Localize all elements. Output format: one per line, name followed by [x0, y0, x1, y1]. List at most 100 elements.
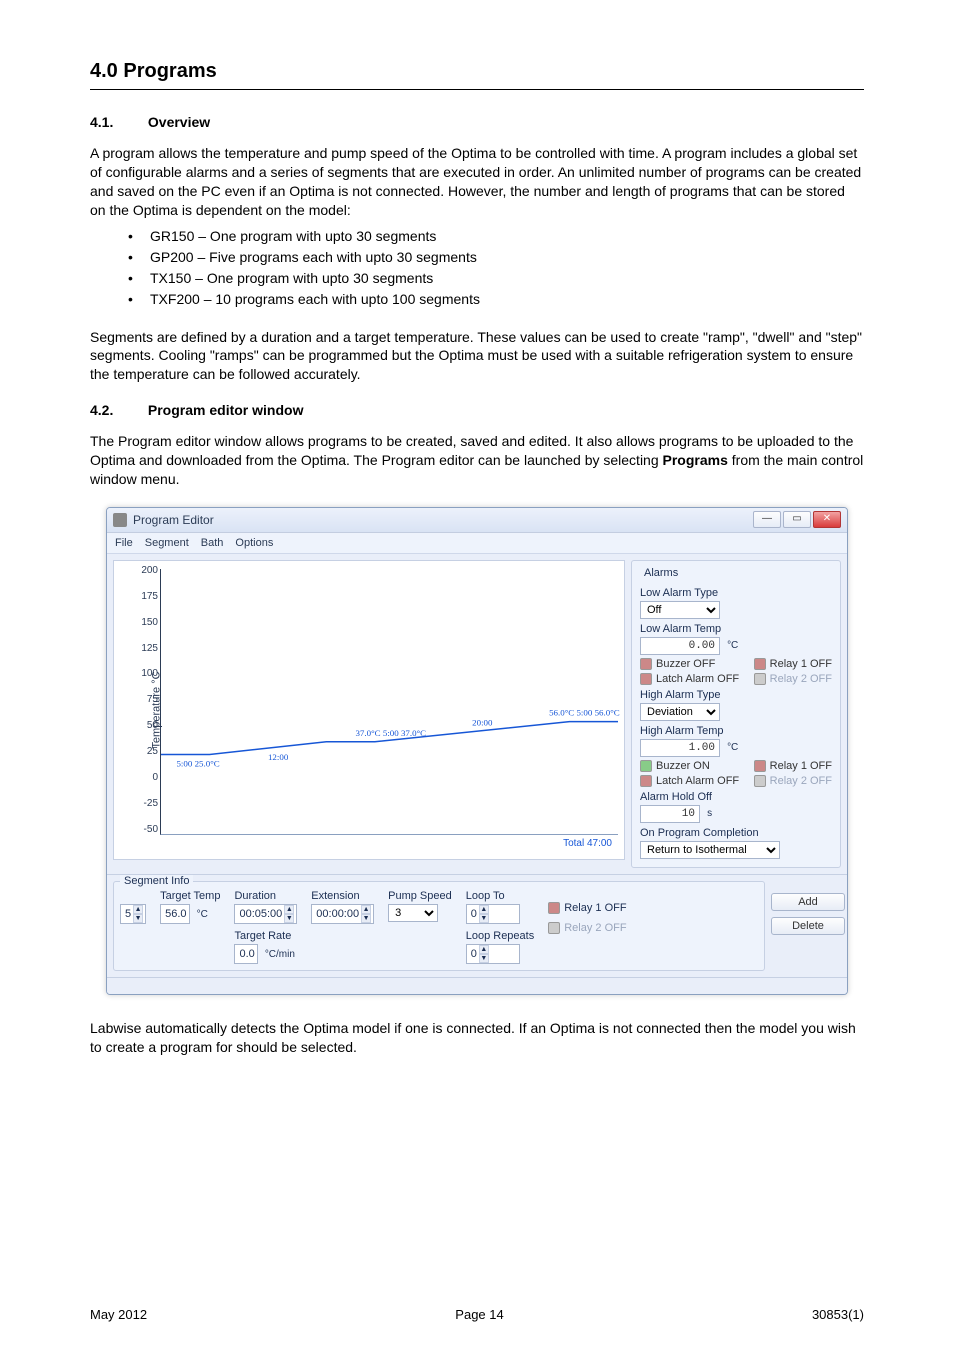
low-alarm-temp-unit: °C: [727, 640, 738, 651]
latch-led[interactable]: [640, 673, 652, 685]
extension-label: Extension: [311, 890, 374, 902]
target-rate-input[interactable]: 0.0: [234, 944, 257, 964]
loop-repeats-value: 0: [471, 948, 477, 960]
target-temp-col: Target Temp 56.0 °C: [160, 890, 220, 924]
loop-repeats-label: Loop Repeats: [466, 930, 535, 942]
relay2-led-2: [754, 775, 766, 787]
footer-date: May 2012: [90, 1307, 147, 1322]
window-buttons: — ▭ ✕: [753, 511, 841, 528]
model-bullet-list: GR150 – One program with upto 30 segment…: [90, 226, 864, 310]
y-axis-ticks: 200 175 150 125 100 75 50 25 0 -25 -50: [134, 565, 158, 835]
segment-bar: Segment Info 5 ▲▼ Target Temp: [107, 874, 847, 977]
pump-speed-select[interactable]: 3: [388, 904, 438, 922]
buzzer-led[interactable]: [640, 658, 652, 670]
svg-text:56.0°C 5:00 56.0°C: 56.0°C 5:00 56.0°C: [549, 708, 620, 718]
extension-value: 00:00:00: [316, 908, 359, 920]
segment-index-col: 5 ▲▼: [120, 890, 146, 924]
segment-index-input[interactable]: 5 ▲▼: [120, 904, 146, 924]
y-tick: 100: [134, 668, 158, 679]
menu-options[interactable]: Options: [235, 537, 273, 549]
seg-relay2-label: Relay 2 OFF: [564, 922, 626, 934]
segment-info-legend: Segment Info: [120, 875, 193, 887]
subsection-label: Overview: [148, 114, 210, 130]
chart-panel: Temperature °C 200 175 150 125 100 75 50…: [113, 560, 625, 860]
extension-col: Extension 00:00:00 ▲▼: [311, 890, 374, 924]
loop-to-input[interactable]: 0 ▲▼: [466, 904, 520, 924]
y-tick: 25: [134, 746, 158, 757]
y-tick: 50: [134, 720, 158, 731]
duration-col: Duration 00:05:00 ▲▼ Target Rate 0.0 °C/…: [234, 890, 297, 964]
app-icon: [113, 513, 127, 527]
menu-file[interactable]: File: [115, 537, 133, 549]
menu-segment[interactable]: Segment: [145, 537, 189, 549]
loop-to-value: 0: [471, 908, 477, 920]
close-button[interactable]: ✕: [813, 511, 841, 528]
alarms-group: Alarms Low Alarm Type Off Low Alarm Temp…: [631, 560, 841, 868]
on-completion-select[interactable]: Return to Isothermal: [640, 841, 780, 859]
document-page: 4.0 Programs 4.1. Overview A program all…: [0, 0, 954, 1350]
relay1-led[interactable]: [754, 658, 766, 670]
y-tick: 125: [134, 643, 158, 654]
alarm-hold-off-label: Alarm Hold Off: [640, 791, 832, 803]
list-item: TXF200 – 10 programs each with upto 100 …: [150, 289, 864, 310]
maximize-button[interactable]: ▭: [783, 511, 811, 528]
low-alarm-type-select[interactable]: Off: [640, 601, 720, 619]
chart-svg: 5:00 25.0°C12:0037.0°C 5:00 37.0°C20:005…: [161, 569, 618, 834]
high-alarm-type-select[interactable]: Deviation: [640, 703, 720, 721]
relay1-off-label: Relay 1 OFF: [770, 658, 832, 670]
relay2-off-label-2: Relay 2 OFF: [770, 775, 832, 787]
y-tick: 0: [134, 772, 158, 783]
y-tick: 175: [134, 591, 158, 602]
loop-to-label: Loop To: [466, 890, 535, 902]
add-button[interactable]: Add: [771, 893, 845, 911]
relay2-led: [754, 673, 766, 685]
delete-button[interactable]: Delete: [771, 917, 845, 935]
low-alarm-temp-input[interactable]: 0.00: [640, 637, 720, 655]
menu-bath[interactable]: Bath: [201, 537, 224, 549]
latch-off-label: Latch Alarm OFF: [656, 673, 739, 685]
subsection-overview: 4.1. Overview: [90, 114, 864, 130]
relay1-led-2[interactable]: [754, 760, 766, 772]
segment-info-group: Segment Info 5 ▲▼ Target Temp: [113, 881, 765, 971]
total-time-label: Total 47:00: [563, 838, 612, 849]
pump-speed-col: Pump Speed 3: [388, 890, 452, 922]
page-footer: May 2012 Page 14 30853(1): [90, 1307, 864, 1322]
svg-text:37.0°C 5:00 37.0°C: 37.0°C 5:00 37.0°C: [355, 728, 426, 738]
target-rate-label: Target Rate: [234, 930, 297, 942]
minimize-button[interactable]: —: [753, 511, 781, 528]
high-alarm-temp-input[interactable]: 1.00: [640, 739, 720, 757]
y-tick: 75: [134, 694, 158, 705]
extension-input[interactable]: 00:00:00 ▲▼: [311, 904, 374, 924]
menu-bar: File Segment Bath Options: [107, 533, 847, 554]
subsection-num: 4.1.: [90, 114, 144, 130]
screenshot-container: Program Editor — ▭ ✕ File Segment Bath O…: [90, 507, 864, 995]
low-alarm-type-label: Low Alarm Type: [640, 587, 832, 599]
low-alarm-temp-label: Low Alarm Temp: [640, 623, 832, 635]
high-alarm-temp-label: High Alarm Temp: [640, 725, 832, 737]
window-body: Temperature °C 200 175 150 125 100 75 50…: [107, 554, 847, 874]
subsection-num: 4.2.: [90, 402, 144, 418]
loop-repeats-input[interactable]: 0 ▲▼: [466, 944, 520, 964]
loop-col: Loop To 0 ▲▼ Loop Repeats 0 ▲▼: [466, 890, 535, 964]
y-tick: 200: [134, 565, 158, 576]
buzzer-on-led[interactable]: [640, 760, 652, 772]
section-title: 4.0 Programs: [90, 60, 864, 89]
program-editor-window: Program Editor — ▭ ✕ File Segment Bath O…: [106, 507, 848, 995]
y-tick: 150: [134, 617, 158, 628]
duration-input[interactable]: 00:05:00 ▲▼: [234, 904, 297, 924]
autodetect-paragraph: Labwise automatically detects the Optima…: [90, 1019, 864, 1057]
alarm-hold-input[interactable]: 10: [640, 805, 700, 823]
target-rate-value: 0.0: [239, 948, 254, 960]
relay-col: Relay 1 OFF Relay 2 OFF: [548, 890, 626, 937]
overview-paragraph: A program allows the temperature and pum…: [90, 144, 864, 220]
relay2-off-label: Relay 2 OFF: [770, 673, 832, 685]
latch-led-2[interactable]: [640, 775, 652, 787]
buzzer-off-label: Buzzer OFF: [656, 658, 715, 670]
target-temp-input[interactable]: 56.0: [160, 904, 189, 924]
window-titlebar: Program Editor — ▭ ✕: [107, 508, 847, 533]
seg-relay1-led[interactable]: [548, 902, 560, 914]
footer-page: Page 14: [455, 1307, 503, 1322]
subsection-editor: 4.2. Program editor window: [90, 402, 864, 418]
target-temp-value: 56.0: [165, 908, 186, 920]
buzzer-on-label: Buzzer ON: [656, 760, 710, 772]
